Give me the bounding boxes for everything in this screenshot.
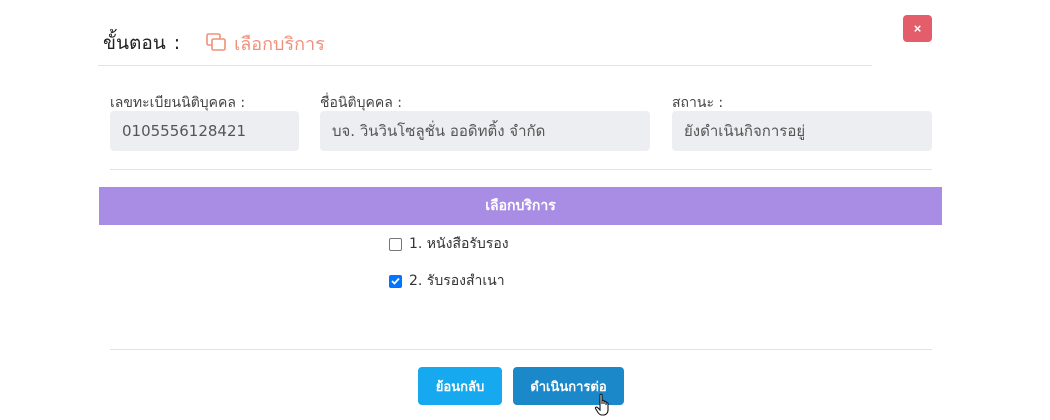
close-icon: ×: [913, 21, 922, 36]
step-colon: :: [173, 32, 181, 54]
service-option-certificate[interactable]: 1. หนังสือรับรอง: [389, 233, 509, 255]
header-divider: [98, 65, 872, 66]
footer-divider: [110, 349, 932, 350]
service-option-label: 2. รับรองสำเนา: [409, 273, 505, 289]
fields-divider: [110, 169, 932, 170]
step-header: ขั้นตอน : เลือกบริการ: [103, 28, 325, 58]
service-option-label: 1. หนังสือรับรอง: [409, 236, 509, 252]
back-button[interactable]: ย้อนกลับ: [418, 367, 502, 405]
copy-icon: [206, 33, 228, 53]
step-label: ขั้นตอน: [103, 32, 166, 54]
registration-number-field: 0105556128421: [110, 111, 299, 151]
close-button[interactable]: ×: [903, 15, 932, 42]
services-section-title: เลือกบริการ: [99, 187, 942, 225]
service-option-certified-copy[interactable]: 2. รับรองสำเนา: [389, 270, 505, 292]
checkbox-unchecked[interactable]: [389, 237, 402, 251]
status-field: ยังดำเนินกิจการอยู่: [672, 111, 932, 151]
hand-cursor-icon: [594, 393, 609, 416]
step-name: เลือกบริการ: [234, 33, 325, 55]
company-name-field: บจ. วินวินโซลูชั่น ออดิทติ้ง จำกัด: [320, 111, 650, 151]
checkbox-checked[interactable]: [389, 274, 402, 288]
checkmark-icon: [391, 277, 400, 285]
